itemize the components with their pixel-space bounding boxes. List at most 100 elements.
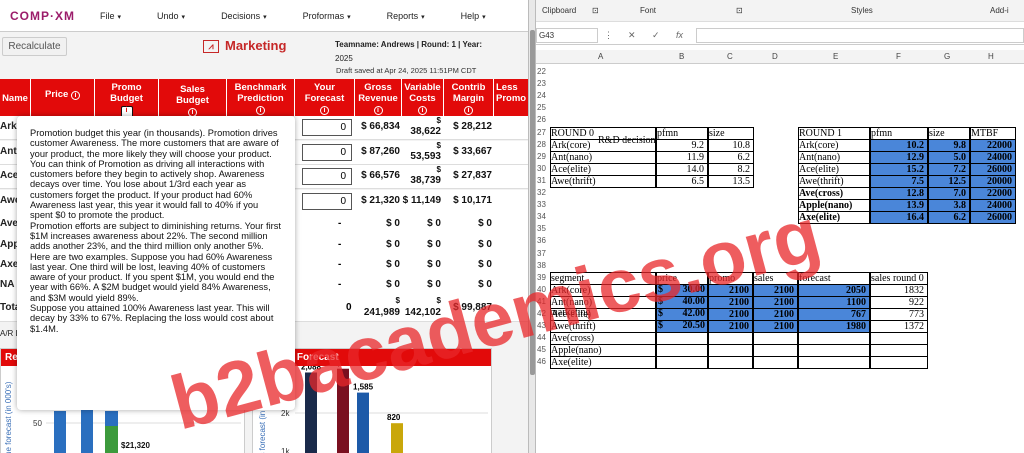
marketing-header[interactable]: promo [708,271,753,285]
row-number[interactable]: 46 [536,357,550,366]
marketing-header[interactable]: segment [550,271,656,285]
row-number[interactable]: 30 [536,164,550,173]
marketing-cell[interactable] [798,344,870,358]
row-number[interactable]: 37 [536,249,550,258]
info-icon[interactable]: i [464,106,473,115]
row-number[interactable]: 34 [536,212,550,221]
marketing-cell[interactable]: 2050 [798,283,870,297]
marketing-cell[interactable]: 1100 [798,295,870,309]
marketing-cell[interactable]: Apple(nano) [550,344,656,358]
forecast-input[interactable]: 0 [302,193,352,210]
row-number[interactable]: 42 [536,309,550,318]
round1-header[interactable]: size [928,126,970,140]
marketing-cell[interactable] [753,332,798,346]
marketing-cell[interactable] [753,344,798,358]
menu-proformas[interactable]: Proformas ▾ [303,11,351,21]
row-number[interactable]: 25 [536,103,550,112]
round1-cell[interactable]: 24000 [970,199,1016,213]
marketing-cell[interactable] [656,356,708,370]
round0-cell[interactable]: 13.5 [708,174,754,188]
round1-cell[interactable]: Axe(elite) [798,211,870,225]
round1-cell[interactable]: 24000 [970,150,1016,164]
row-number[interactable]: 33 [536,200,550,209]
round1-cell[interactable]: 16.4 [870,211,928,225]
round1-cell[interactable]: 12.5 [928,174,970,188]
menu-undo[interactable]: Undo ▾ [157,11,185,21]
forecast-input[interactable]: 0 [302,168,352,185]
scrollbar-thumb[interactable] [530,30,535,375]
round0-header[interactable]: size [708,126,754,140]
marketing-cell[interactable]: Ave(cross) [550,332,656,346]
round1-cell[interactable]: 12.8 [870,187,928,200]
marketing-header[interactable]: price [656,271,708,285]
menu-reports[interactable]: Reports ▾ [387,11,425,21]
marketing-cell[interactable] [870,356,928,370]
currency-symbol[interactable]: $ [658,320,668,333]
marketing-cell[interactable]: 42.00 [668,308,708,321]
info-icon[interactable]: i [70,91,80,100]
marketing-cell[interactable]: 2100 [753,283,798,297]
marketing-cell[interactable] [798,356,870,370]
marketing-cell[interactable]: 40.00 [668,296,708,309]
round1-cell[interactable]: Ave(cross) [798,187,870,200]
row-number[interactable]: 26 [536,115,550,124]
row-number[interactable]: 36 [536,236,550,245]
round1-header[interactable]: ROUND 1 [798,126,870,140]
info-icon[interactable]: i [320,106,329,115]
round0-cell[interactable]: 11.9 [656,150,708,164]
round0-header[interactable]: ROUND 0 [550,126,656,140]
enter-icon[interactable]: ✓ [652,30,660,41]
currency-symbol[interactable]: $ [658,308,668,321]
marketing-cell[interactable]: 2100 [708,283,753,297]
round1-cell[interactable]: Ant(nano) [798,150,870,164]
currency-symbol[interactable]: $ [658,284,668,297]
marketing-cell[interactable]: 30.00 [668,284,708,297]
marketing-cell[interactable] [708,332,753,346]
round1-cell[interactable]: Awe(thrift) [798,174,870,188]
round1-header[interactable]: pfmn [870,126,928,140]
round1-cell[interactable]: 3.8 [928,199,970,213]
round0-cell[interactable]: Awe(thrift) [550,174,656,188]
row-number[interactable]: 40 [536,285,550,294]
row-number[interactable]: 28 [536,140,550,149]
row-number[interactable]: 45 [536,345,550,354]
marketing-cell[interactable] [656,344,708,358]
row-number[interactable]: 31 [536,176,550,185]
marketing-cell[interactable]: 2100 [753,295,798,309]
round1-cell[interactable]: 6.2 [928,211,970,225]
vertical-scrollbar[interactable] [528,0,536,453]
menu-decisions[interactable]: Decisions ▾ [221,11,267,21]
info-icon[interactable]: i [373,106,383,115]
marketing-header[interactable]: sales [753,271,798,285]
round1-cell[interactable]: 7.5 [870,174,928,188]
marketing-cell[interactable] [656,332,708,346]
round1-cell[interactable]: 13.9 [870,199,928,213]
name-box[interactable]: G43 [536,28,598,43]
round1-cell[interactable]: 22000 [970,187,1016,200]
formula-input[interactable] [696,28,1024,43]
marketing-cell[interactable]: 1832 [870,283,928,297]
forecast-input[interactable]: 0 [302,144,352,161]
round1-cell[interactable]: 5.0 [928,150,970,164]
round1-cell[interactable]: 20000 [970,174,1016,188]
round0-cell[interactable]: Ant(nano) [550,150,656,164]
marketing-header[interactable]: sales round 0 [870,271,928,285]
round0-cell[interactable]: Ark(core) [550,138,656,152]
marketing-cell[interactable]: 2100 [708,320,753,334]
row-number[interactable]: 39 [536,273,550,282]
marketing-cell[interactable]: 2100 [708,308,753,321]
round1-header[interactable]: MTBF [970,126,1016,140]
row-number[interactable]: 23 [536,79,550,88]
marketing-cell[interactable]: 767 [798,308,870,321]
marketing-cell[interactable]: 2100 [753,308,798,321]
marketing-cell[interactable] [870,344,928,358]
marketing-cell[interactable]: 20.50 [668,320,708,333]
marketing-cell[interactable]: 2100 [708,295,753,309]
round1-cell[interactable]: 7.0 [928,187,970,200]
round0-cell[interactable]: Ace(elite) [550,162,656,176]
round1-cell[interactable]: 7.2 [928,162,970,176]
marketing-cell[interactable]: 773 [870,308,928,321]
round0-header[interactable]: pfmn [656,126,708,140]
info-icon[interactable]: i [418,106,427,115]
currency-symbol[interactable]: $ [658,296,668,309]
